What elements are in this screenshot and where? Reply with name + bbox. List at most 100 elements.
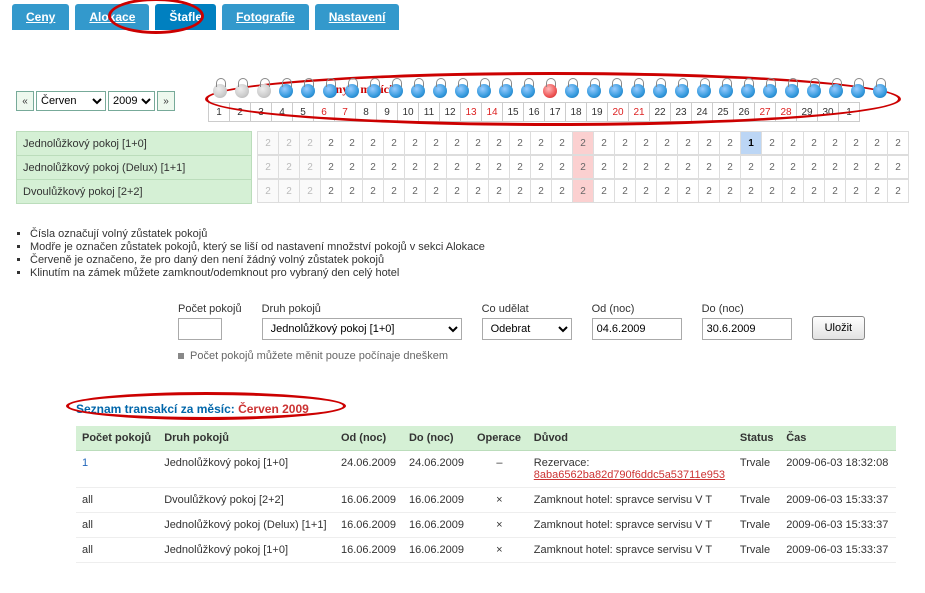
availability-cell[interactable]: 2: [299, 131, 321, 155]
count-input[interactable]: [178, 318, 222, 340]
availability-cell[interactable]: 2: [677, 131, 699, 155]
availability-cell[interactable]: 2: [467, 131, 489, 155]
availability-cell[interactable]: 2: [425, 155, 447, 179]
day-cell[interactable]: 23: [670, 102, 692, 122]
availability-cell[interactable]: 2: [740, 179, 762, 203]
year-select[interactable]: 200820092010: [108, 91, 155, 111]
day-cell[interactable]: 1: [208, 102, 230, 122]
day-cell[interactable]: 3: [250, 102, 272, 122]
day-cell[interactable]: 25: [712, 102, 734, 122]
from-date-input[interactable]: [592, 318, 682, 340]
availability-cell[interactable]: 2: [803, 155, 825, 179]
day-cell[interactable]: 8: [355, 102, 377, 122]
availability-cell[interactable]: 2: [887, 155, 909, 179]
lock-icon[interactable]: [605, 80, 627, 102]
day-cell[interactable]: 13: [460, 102, 482, 122]
availability-cell[interactable]: 2: [509, 131, 531, 155]
availability-cell[interactable]: 2: [824, 131, 846, 155]
availability-cell[interactable]: 2: [803, 131, 825, 155]
lock-icon[interactable]: [715, 80, 737, 102]
availability-cell[interactable]: 2: [635, 179, 657, 203]
availability-cell[interactable]: 2: [698, 131, 720, 155]
lock-icon[interactable]: [671, 80, 693, 102]
lock-icon[interactable]: [847, 80, 869, 102]
day-cell[interactable]: 16: [523, 102, 545, 122]
availability-cell[interactable]: 2: [509, 155, 531, 179]
availability-cell[interactable]: 2: [614, 155, 636, 179]
availability-cell[interactable]: 2: [782, 155, 804, 179]
day-cell[interactable]: 21: [628, 102, 650, 122]
availability-cell[interactable]: 2: [299, 155, 321, 179]
availability-cell[interactable]: 2: [614, 131, 636, 155]
availability-cell[interactable]: 2: [887, 179, 909, 203]
availability-cell[interactable]: 2: [530, 155, 552, 179]
availability-cell[interactable]: 2: [593, 155, 615, 179]
availability-cell[interactable]: 2: [509, 179, 531, 203]
day-cell[interactable]: 30: [817, 102, 839, 122]
availability-cell[interactable]: 2: [887, 131, 909, 155]
day-cell[interactable]: 14: [481, 102, 503, 122]
availability-cell[interactable]: 2: [824, 155, 846, 179]
availability-cell[interactable]: 2: [530, 131, 552, 155]
day-cell[interactable]: 22: [649, 102, 671, 122]
day-cell[interactable]: 15: [502, 102, 524, 122]
day-cell[interactable]: 2: [229, 102, 251, 122]
availability-cell[interactable]: 2: [257, 131, 279, 155]
lock-icon[interactable]: [803, 80, 825, 102]
day-cell[interactable]: 28: [775, 102, 797, 122]
availability-cell[interactable]: 2: [656, 179, 678, 203]
availability-cell[interactable]: 2: [257, 179, 279, 203]
availability-cell[interactable]: 2: [320, 155, 342, 179]
lock-icon[interactable]: [781, 80, 803, 102]
availability-cell[interactable]: 2: [278, 155, 300, 179]
day-cell[interactable]: 11: [418, 102, 440, 122]
availability-cell[interactable]: 2: [488, 155, 510, 179]
availability-cell[interactable]: 2: [572, 179, 594, 203]
availability-cell[interactable]: 2: [425, 179, 447, 203]
lock-icon[interactable]: [473, 80, 495, 102]
prev-month-button[interactable]: «: [16, 91, 34, 111]
lock-icon[interactable]: [407, 80, 429, 102]
availability-cell[interactable]: 2: [614, 179, 636, 203]
day-cell[interactable]: 24: [691, 102, 713, 122]
availability-cell[interactable]: 2: [677, 179, 699, 203]
availability-cell[interactable]: 2: [593, 131, 615, 155]
availability-cell[interactable]: 2: [866, 131, 888, 155]
availability-cell[interactable]: 2: [530, 179, 552, 203]
availability-cell[interactable]: 2: [383, 131, 405, 155]
availability-cell[interactable]: 2: [488, 179, 510, 203]
day-cell[interactable]: 18: [565, 102, 587, 122]
availability-cell[interactable]: 2: [278, 179, 300, 203]
lock-icon[interactable]: [693, 80, 715, 102]
availability-cell[interactable]: 2: [656, 131, 678, 155]
availability-cell[interactable]: 2: [845, 131, 867, 155]
availability-cell[interactable]: 2: [404, 179, 426, 203]
lock-icon[interactable]: [363, 80, 385, 102]
day-cell[interactable]: 6: [313, 102, 335, 122]
availability-cell[interactable]: 2: [635, 155, 657, 179]
lock-icon[interactable]: [319, 80, 341, 102]
lock-icon[interactable]: [583, 80, 605, 102]
lock-icon[interactable]: [561, 80, 583, 102]
availability-cell[interactable]: 2: [719, 179, 741, 203]
availability-cell[interactable]: 2: [446, 131, 468, 155]
day-cell[interactable]: 4: [271, 102, 293, 122]
availability-cell[interactable]: 2: [383, 155, 405, 179]
availability-cell[interactable]: 2: [551, 179, 573, 203]
availability-cell[interactable]: 2: [866, 179, 888, 203]
day-cell[interactable]: 26: [733, 102, 755, 122]
day-cell[interactable]: 27: [754, 102, 776, 122]
lock-icon[interactable]: [825, 80, 847, 102]
availability-cell[interactable]: 2: [635, 131, 657, 155]
day-cell[interactable]: 7: [334, 102, 356, 122]
tab-alokace[interactable]: Alokace: [75, 4, 149, 30]
lock-icon[interactable]: [517, 80, 539, 102]
availability-cell[interactable]: 2: [362, 155, 384, 179]
availability-cell[interactable]: 2: [425, 131, 447, 155]
availability-cell[interactable]: 2: [446, 155, 468, 179]
availability-cell[interactable]: 2: [551, 155, 573, 179]
lock-icon[interactable]: [539, 80, 561, 102]
availability-cell[interactable]: 2: [341, 179, 363, 203]
availability-cell[interactable]: 2: [782, 131, 804, 155]
availability-cell[interactable]: 2: [845, 155, 867, 179]
